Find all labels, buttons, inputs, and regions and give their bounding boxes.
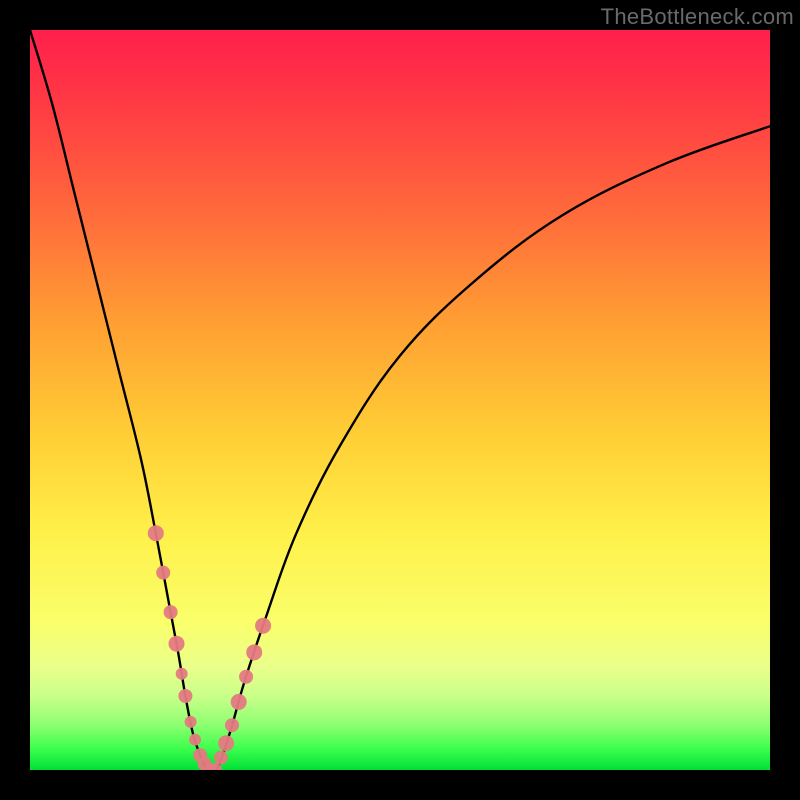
curve-svg — [30, 30, 770, 770]
curve-marker — [193, 748, 207, 762]
curve-markers — [148, 525, 271, 770]
chart-frame: TheBottleneck.com — [0, 0, 800, 800]
curve-marker — [218, 735, 234, 751]
curve-marker — [246, 644, 262, 660]
curve-marker — [189, 734, 201, 746]
curve-marker — [156, 566, 170, 580]
curve-marker — [231, 694, 247, 710]
curve-marker — [148, 525, 164, 541]
curve-marker — [208, 763, 222, 770]
watermark-text: TheBottleneck.com — [601, 4, 794, 30]
curve-marker — [169, 636, 185, 652]
curve-marker — [185, 716, 197, 728]
curve-marker — [255, 618, 271, 634]
bottleneck-curve — [30, 30, 770, 770]
curve-marker — [178, 689, 192, 703]
curve-marker — [164, 605, 178, 619]
curve-marker — [239, 670, 253, 684]
plot-area — [30, 30, 770, 770]
curve-marker — [198, 757, 212, 770]
curve-marker — [204, 764, 216, 770]
curve-marker — [176, 668, 188, 680]
curve-marker — [225, 718, 239, 732]
curve-marker — [214, 751, 228, 765]
